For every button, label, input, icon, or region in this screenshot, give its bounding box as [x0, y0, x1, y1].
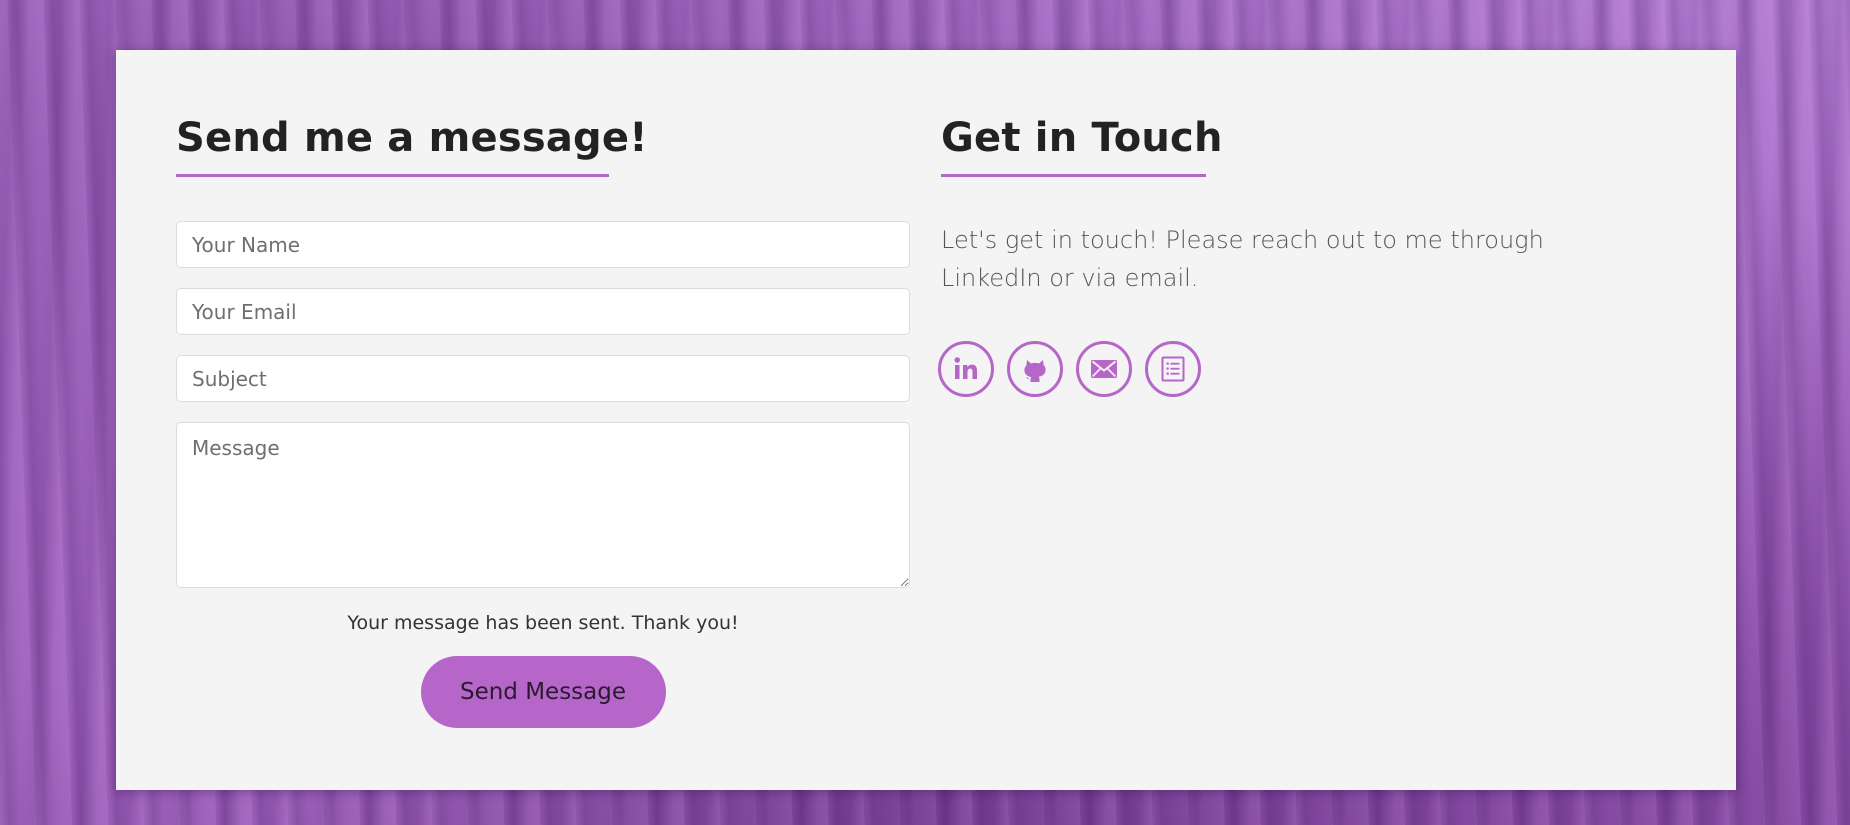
contact-intro: Let's get in touch! Please reach out to …: [941, 226, 1544, 292]
contact-title-underline: [941, 174, 1206, 177]
form-title-underline: [176, 174, 609, 177]
message-textarea[interactable]: [176, 422, 910, 588]
sent-confirmation: Your message has been sent. Thank you!: [347, 612, 739, 634]
email-icon: [1091, 360, 1117, 378]
contact-info: Get in Touch Let's get in touch! Please …: [938, 110, 1661, 397]
social-links: [938, 341, 1661, 397]
name-input[interactable]: [176, 221, 910, 268]
message-form: Send me a message! Your message has been…: [176, 110, 910, 728]
linkedin-icon: [954, 357, 977, 379]
form-title: Send me a message!: [176, 115, 648, 161]
email-link[interactable]: [1076, 341, 1132, 397]
contact-card: Send me a message! Your message has been…: [116, 50, 1736, 790]
github-link[interactable]: [1007, 341, 1063, 397]
subject-input[interactable]: [176, 355, 910, 402]
contact-title: Get in Touch: [941, 115, 1223, 161]
send-message-button[interactable]: Send Message: [420, 656, 666, 728]
email-input[interactable]: [176, 288, 910, 335]
github-icon: [1024, 360, 1046, 382]
resume-icon: [1161, 356, 1185, 382]
resume-link[interactable]: [1145, 341, 1201, 397]
linkedin-link[interactable]: [938, 341, 994, 397]
